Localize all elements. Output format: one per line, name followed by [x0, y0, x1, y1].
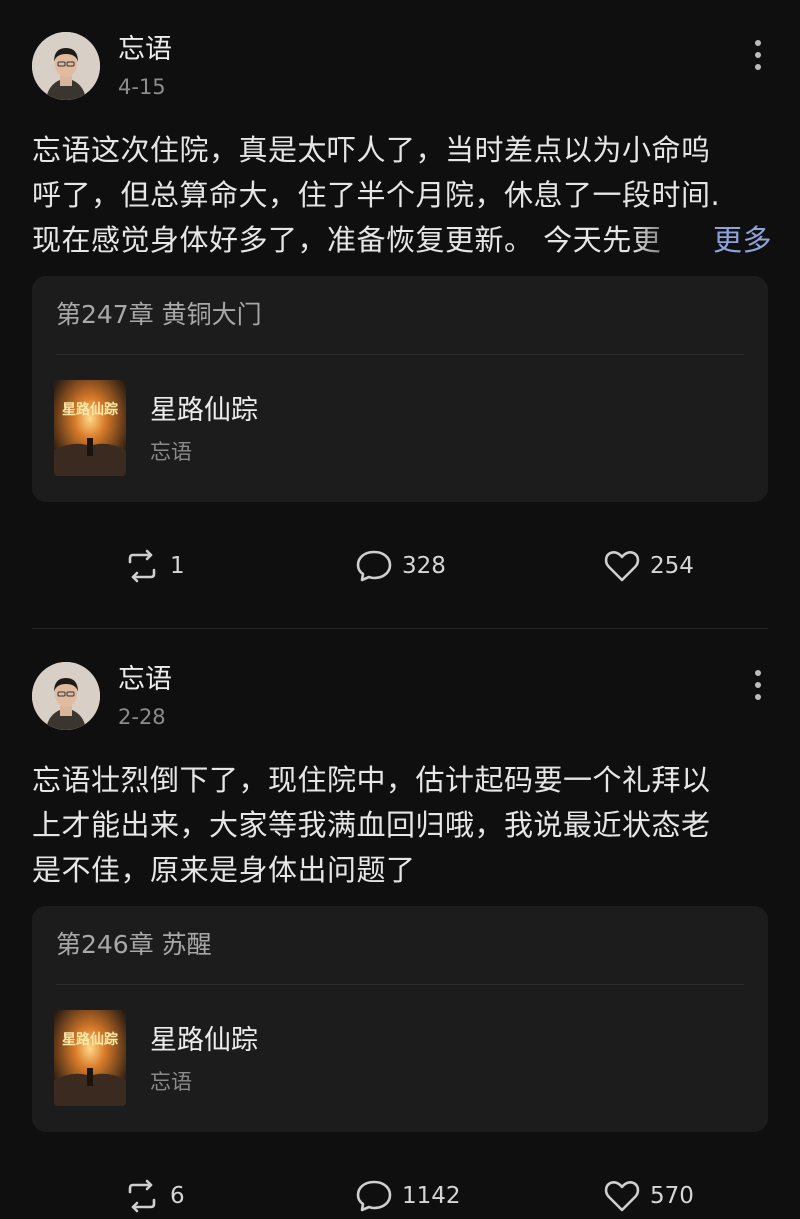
chapter-title: 第247章 黄铜大门: [56, 300, 262, 329]
action-bar: 1 328 254: [0, 546, 800, 586]
book-title: 星路仙踪: [150, 1025, 258, 1056]
comment-icon: [356, 1180, 392, 1212]
post-header: 忘语 4-15: [0, 0, 800, 110]
post-header: 忘语 2-28: [0, 630, 800, 740]
book-title: 星路仙踪: [150, 395, 258, 426]
more-vertical-icon[interactable]: [746, 668, 770, 704]
like-count: 254: [650, 553, 694, 579]
more-link[interactable]: 更多: [632, 218, 772, 263]
post-text-line: 忘语壮烈倒下了，现住院中，估计起码要一个礼拜以: [32, 763, 711, 797]
post-text-line: 上才能出来，大家等我满血回归哦，我说最近状态老: [32, 808, 711, 842]
post-date: 4-15: [118, 75, 166, 99]
heart-icon: [604, 1181, 640, 1212]
like-button[interactable]: 570: [602, 1176, 694, 1216]
author-name[interactable]: 忘语: [118, 34, 172, 66]
repost-button[interactable]: 1: [122, 546, 185, 586]
avatar[interactable]: [32, 662, 100, 730]
book-cover: 星路仙踪: [54, 380, 126, 476]
post-text-line: 忘语这次住院，真是太吓人了，当时差点以为小命呜: [32, 133, 711, 167]
action-bar: 6 1142 570: [0, 1176, 800, 1216]
more-vertical-icon[interactable]: [746, 38, 770, 74]
book-author: 忘语: [150, 1070, 192, 1094]
book-cover: 星路仙踪: [54, 1010, 126, 1106]
heart-icon: [604, 551, 640, 582]
post-text-line: 是不佳，原来是身体出问题了: [32, 853, 416, 887]
post-text-line: 现在感觉身体好多了，准备恢复更新。 今天先更: [32, 223, 662, 257]
card-divider: [56, 984, 744, 985]
post: 忘语 4-15 忘语这次住院，真是太吓人了，当时差点以为小命呜 呼了，但总算命大…: [0, 0, 800, 629]
feed: 忘语 4-15 忘语这次住院，真是太吓人了，当时差点以为小命呜 呼了，但总算命大…: [0, 0, 800, 1219]
like-count: 570: [650, 1183, 694, 1209]
post-text[interactable]: 忘语壮烈倒下了，现住院中，估计起码要一个礼拜以 上才能出来，大家等我满血回归哦，…: [32, 758, 772, 893]
repost-count: 1: [170, 553, 185, 579]
comment-button[interactable]: 328: [354, 546, 446, 586]
like-button[interactable]: 254: [602, 546, 694, 586]
post-divider: [32, 628, 768, 629]
card-divider: [56, 354, 744, 355]
svg-text:星路仙踪: 星路仙踪: [62, 401, 118, 418]
comment-count: 1142: [402, 1183, 461, 1209]
avatar[interactable]: [32, 32, 100, 100]
svg-text:星路仙踪: 星路仙踪: [62, 1031, 118, 1048]
comment-button[interactable]: 1142: [354, 1176, 461, 1216]
book-author: 忘语: [150, 440, 192, 464]
chapter-title: 第246章 苏醒: [56, 930, 212, 959]
chapter-card[interactable]: 第246章 苏醒 星路仙踪 星路仙踪 忘语: [32, 906, 768, 1132]
repost-icon: [128, 549, 156, 583]
repost-icon: [128, 1179, 156, 1213]
post-text[interactable]: 忘语这次住院，真是太吓人了，当时差点以为小命呜 呼了，但总算命大，住了半个月院，…: [32, 128, 772, 263]
comment-count: 328: [402, 553, 446, 579]
repost-button[interactable]: 6: [122, 1176, 185, 1216]
repost-count: 6: [170, 1183, 185, 1209]
chapter-card[interactable]: 第247章 黄铜大门 星路仙踪 星路仙踪 忘语: [32, 276, 768, 502]
author-name[interactable]: 忘语: [118, 664, 172, 696]
post-text-last-line: 现在感觉身体好多了，准备恢复更新。 今天先更 更多: [32, 218, 772, 263]
post-text-line: 呼了，但总算命大，住了半个月院，休息了一段时间.: [32, 178, 721, 212]
post-date: 2-28: [118, 705, 166, 729]
post: 忘语 2-28 忘语壮烈倒下了，现住院中，估计起码要一个礼拜以 上才能出来，大家…: [0, 630, 800, 1213]
comment-icon: [356, 550, 392, 582]
